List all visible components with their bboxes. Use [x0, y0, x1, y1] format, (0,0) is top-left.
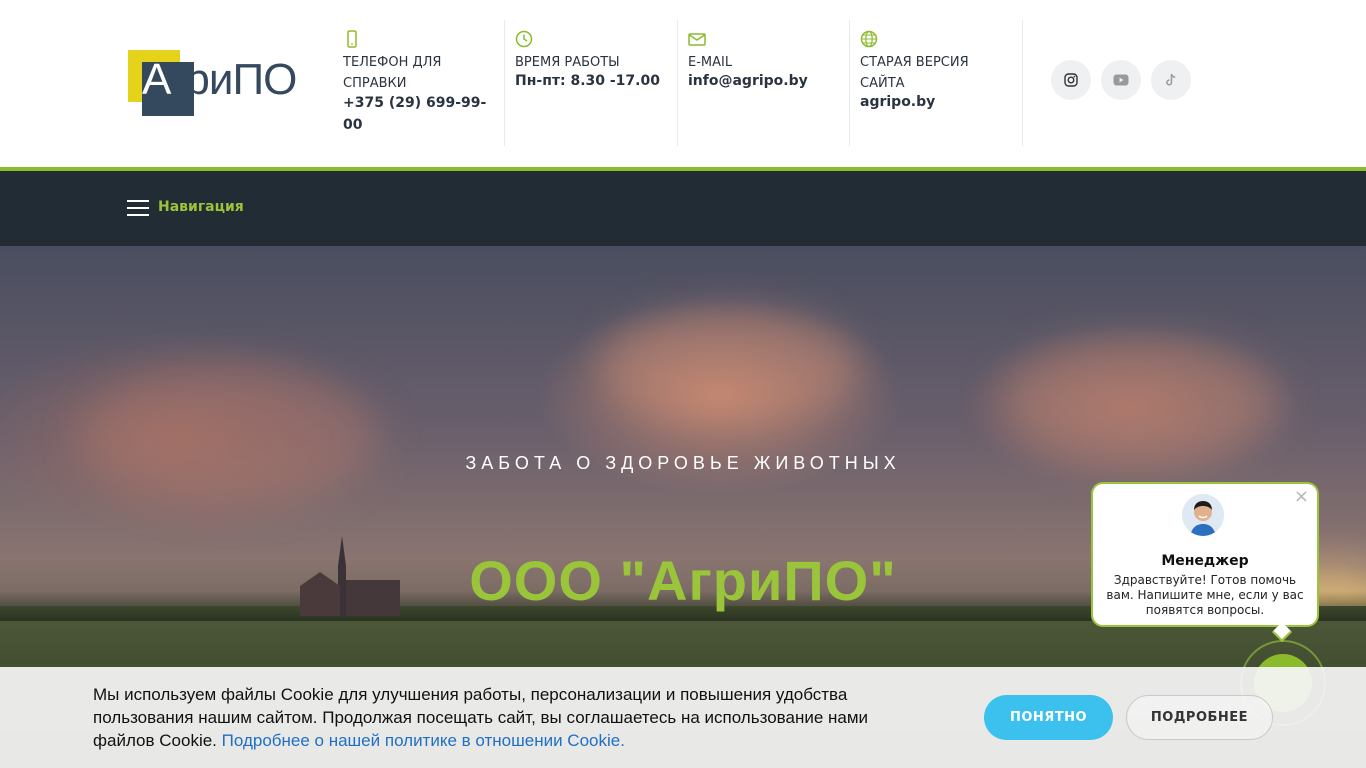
youtube-button[interactable]: [1101, 60, 1141, 100]
phone-number[interactable]: +375 (29) 699-99-00: [343, 92, 488, 136]
old-site-link[interactable]: agripo.by: [860, 91, 935, 113]
instagram-button[interactable]: [1051, 60, 1091, 100]
chat-popup[interactable]: × Менеджер Здравствуйте! Готов помочь ва…: [1091, 482, 1319, 627]
cookie-banner: Мы используем файлы Cookie для улучшения…: [0, 667, 1366, 768]
cookie-policy-link[interactable]: Подробнее о нашей политике в отношении C…: [222, 731, 625, 750]
phone-label: Телефон для справки: [343, 55, 442, 91]
instagram-icon: [1064, 73, 1078, 87]
navigation-bar: Навигация: [0, 171, 1366, 246]
chat-close-icon[interactable]: ×: [1294, 488, 1309, 506]
phone-info: Телефон для справки +375 (29) 699-99-00: [343, 20, 505, 146]
phone-icon: [347, 30, 357, 48]
site-header: АгриПО Телефон для справки +375 (29) 699…: [0, 0, 1366, 167]
logo-text: АгриПО: [142, 55, 297, 104]
navigation-toggle[interactable]: Навигация: [158, 199, 244, 215]
tiktok-icon: [1166, 73, 1176, 86]
email-link[interactable]: info@agripo.by: [688, 70, 808, 92]
accept-cookies-button[interactable]: ПОНЯТНО: [984, 695, 1113, 740]
hamburger-menu-icon[interactable]: [127, 200, 149, 216]
site-logo[interactable]: АгриПО: [128, 50, 318, 118]
chat-greeting: Здравствуйте! Готов помочь вам. Напишите…: [1106, 573, 1304, 617]
cookie-message: Мы используем файлы Cookie для улучшения…: [93, 683, 893, 752]
hours-value: Пн-пт: 8.30 -17.00: [515, 73, 660, 89]
youtube-icon: [1113, 74, 1129, 86]
mail-icon: [688, 33, 706, 46]
hours-info: Время работы Пн-пт: 8.30 -17.00: [515, 20, 678, 146]
cookie-details-button[interactable]: ПОДРОБНЕЕ: [1126, 695, 1273, 740]
hero-subtitle: ЗАБОТА О ЗДОРОВЬЕ ЖИВОТНЫХ: [465, 453, 901, 473]
manager-avatar: [1182, 494, 1224, 536]
old-site-label: Старая версия сайта: [860, 55, 969, 91]
email-info: E-mail info@agripo.by: [688, 20, 850, 146]
globe-icon: [860, 30, 878, 48]
clock-icon: [515, 30, 533, 48]
old-site-info: Старая версия сайта agripo.by: [860, 20, 1023, 146]
chat-manager-name: Менеджер: [1161, 553, 1249, 569]
tiktok-button[interactable]: [1151, 60, 1191, 100]
